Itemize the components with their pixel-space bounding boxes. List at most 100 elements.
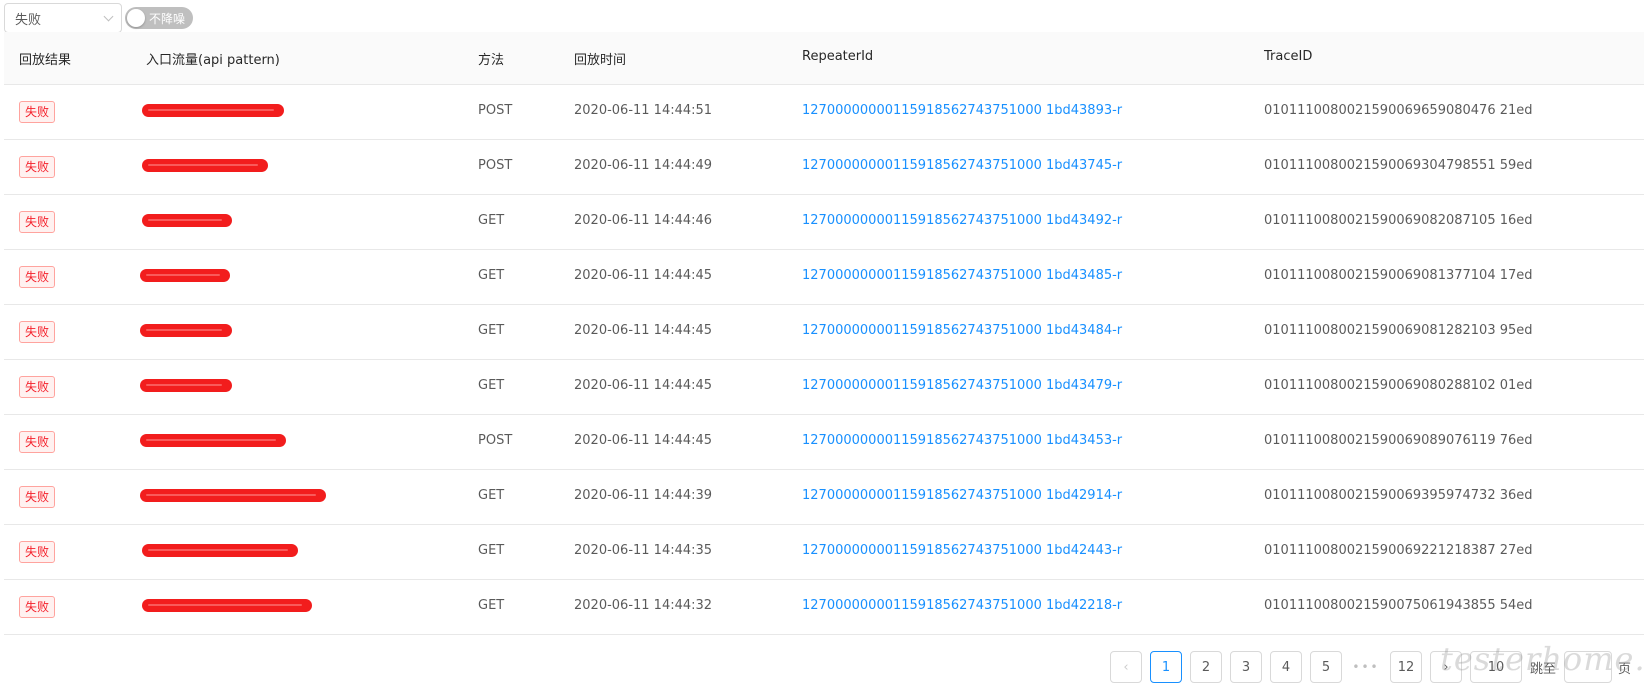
fail-status-tag: 失败 — [19, 266, 56, 288]
table-header: 回放结果 入口流量(api pattern) 方法 回放时间 RepeaterI… — [4, 32, 1644, 85]
table-row: 失败 POST 2020-06-11 14:44:51 127000000001… — [4, 85, 1644, 140]
replay-time-cell: 2020-06-11 14:44:46 — [574, 213, 713, 228]
filter-bar: 失败 不降噪 — [4, 2, 193, 34]
method-cell: POST — [478, 158, 513, 173]
prev-page-button[interactable]: ‹ — [1110, 651, 1142, 683]
next-page-button[interactable]: › — [1430, 651, 1462, 683]
page-suffix-label: 页 — [1618, 661, 1632, 677]
redacted-api-pattern — [140, 324, 232, 337]
replay-time-cell: 2020-06-11 14:44:32 — [574, 598, 713, 613]
fail-status-tag: 失败 — [19, 596, 56, 618]
chevron-left-icon: ‹ — [1123, 659, 1129, 675]
repeater-id-link[interactable]: 12700000000115918562743751000 1bd43492-r — [802, 213, 1122, 228]
table-row: 失败 GET 2020-06-11 14:44:45 1270000000011… — [4, 360, 1644, 415]
method-cell: GET — [478, 268, 505, 283]
redacted-api-pattern — [140, 379, 232, 392]
replay-time-cell: 2020-06-11 14:44:51 — [574, 103, 713, 118]
method-cell: GET — [478, 598, 505, 613]
replay-table: 回放结果 入口流量(api pattern) 方法 回放时间 RepeaterI… — [4, 32, 1644, 635]
fail-status-tag: 失败 — [19, 376, 56, 398]
status-filter-value: 失败 — [15, 12, 42, 28]
repeater-id-link[interactable]: 12700000000115918562743751000 1bd42218-r — [802, 598, 1122, 613]
redacted-api-pattern — [140, 434, 286, 447]
trace-id-cell: 0101110080021590069304798551 59ed — [1264, 158, 1533, 173]
fail-status-tag: 失败 — [19, 541, 56, 563]
method-cell: GET — [478, 378, 505, 393]
method-cell: POST — [478, 103, 513, 118]
repeater-id-link[interactable]: 12700000000115918562743751000 1bd42443-r — [802, 543, 1122, 558]
fail-status-tag: 失败 — [19, 101, 56, 123]
pagination: ‹ 1 2 3 4 5 ••• 12 › 10 跳至 页 — [1110, 650, 1631, 684]
trace-id-cell: 0101110080021590069082087105 16ed — [1264, 213, 1533, 228]
redacted-api-pattern — [142, 544, 298, 557]
page-size-value: 10 — [1487, 659, 1505, 675]
page-button-last[interactable]: 12 — [1390, 651, 1422, 683]
repeater-id-link[interactable]: 12700000000115918562743751000 1bd43745-r — [802, 158, 1122, 173]
redacted-api-pattern — [142, 159, 268, 172]
redacted-api-pattern — [142, 599, 312, 612]
repeater-id-link[interactable]: 12700000000115918562743751000 1bd42914-r — [802, 488, 1122, 503]
replay-time-cell: 2020-06-11 14:44:49 — [574, 158, 713, 173]
fail-status-tag: 失败 — [19, 156, 56, 178]
trace-id-cell: 0101110080021590069081282103 95ed — [1264, 323, 1533, 338]
jump-to-page-input[interactable] — [1564, 651, 1613, 683]
table-row: 失败 GET 2020-06-11 14:44:46 1270000000011… — [4, 195, 1644, 250]
page-button-3[interactable]: 3 — [1230, 651, 1262, 683]
table-row: 失败 GET 2020-06-11 14:44:35 1270000000011… — [4, 525, 1644, 580]
jump-next-ellipsis[interactable]: ••• — [1350, 660, 1382, 674]
trace-id-cell: 0101110080021590069395974732 36ed — [1264, 488, 1533, 503]
column-header-trace-id: TraceID — [1264, 49, 1313, 64]
fail-status-tag: 失败 — [19, 431, 56, 453]
method-cell: GET — [478, 543, 505, 558]
method-cell: GET — [478, 323, 505, 338]
chevron-down-icon — [103, 11, 114, 21]
fail-status-tag: 失败 — [19, 486, 56, 508]
table-row: 失败 GET 2020-06-11 14:44:45 1270000000011… — [4, 305, 1644, 360]
denoise-toggle[interactable]: 不降噪 — [125, 7, 193, 29]
column-header-repeater-id: RepeaterId — [802, 49, 874, 64]
page-size-select[interactable]: 10 — [1470, 651, 1522, 683]
redacted-api-pattern — [140, 269, 230, 282]
repeater-id-link[interactable]: 12700000000115918562743751000 1bd43453-r — [802, 433, 1122, 448]
replay-time-cell: 2020-06-11 14:44:45 — [574, 378, 713, 393]
status-filter-select[interactable]: 失败 — [4, 3, 122, 33]
toggle-knob — [127, 9, 145, 27]
denoise-toggle-label: 不降噪 — [149, 12, 186, 26]
replay-results-page: 失败 不降噪 回放结果 入口流量(api pattern) 方法 回放时间 Re… — [0, 0, 1647, 693]
page-button-4[interactable]: 4 — [1270, 651, 1302, 683]
replay-time-cell: 2020-06-11 14:44:45 — [574, 433, 713, 448]
trace-id-cell: 0101110080021590069081377104 17ed — [1264, 268, 1533, 283]
column-header-result: 回放结果 — [19, 53, 72, 68]
fail-status-tag: 失败 — [19, 321, 56, 343]
redacted-api-pattern — [142, 104, 284, 117]
column-header-api-pattern: 入口流量(api pattern) — [146, 53, 280, 68]
column-header-replay-time: 回放时间 — [574, 53, 627, 68]
jump-to-label: 跳至 — [1530, 661, 1557, 677]
trace-id-cell: 0101110080021590069089076119 76ed — [1264, 433, 1533, 448]
method-cell: GET — [478, 488, 505, 503]
method-cell: POST — [478, 433, 513, 448]
repeater-id-link[interactable]: 12700000000115918562743751000 1bd43893-r — [802, 103, 1122, 118]
replay-time-cell: 2020-06-11 14:44:45 — [574, 268, 713, 283]
trace-id-cell: 0101110080021590069221218387 27ed — [1264, 543, 1533, 558]
page-button-2[interactable]: 2 — [1190, 651, 1222, 683]
redacted-api-pattern — [140, 489, 326, 502]
replay-time-cell: 2020-06-11 14:44:45 — [574, 323, 713, 338]
table-row: 失败 POST 2020-06-11 14:44:49 127000000001… — [4, 140, 1644, 195]
trace-id-cell: 0101110080021590069080288102 01ed — [1264, 378, 1533, 393]
redacted-api-pattern — [142, 214, 232, 227]
column-header-method: 方法 — [478, 53, 505, 68]
table-row: 失败 POST 2020-06-11 14:44:45 127000000001… — [4, 415, 1644, 470]
table-row: 失败 GET 2020-06-11 14:44:32 1270000000011… — [4, 580, 1644, 635]
fail-status-tag: 失败 — [19, 211, 56, 233]
repeater-id-link[interactable]: 12700000000115918562743751000 1bd43479-r — [802, 378, 1122, 393]
table-row: 失败 GET 2020-06-11 14:44:39 1270000000011… — [4, 470, 1644, 525]
trace-id-cell: 0101110080021590069659080476 21ed — [1264, 103, 1533, 118]
replay-time-cell: 2020-06-11 14:44:39 — [574, 488, 713, 503]
repeater-id-link[interactable]: 12700000000115918562743751000 1bd43485-r — [802, 268, 1122, 283]
page-button-5[interactable]: 5 — [1310, 651, 1342, 683]
page-button-1[interactable]: 1 — [1150, 651, 1182, 683]
chevron-right-icon: › — [1443, 659, 1449, 675]
repeater-id-link[interactable]: 12700000000115918562743751000 1bd43484-r — [802, 323, 1122, 338]
table-row: 失败 GET 2020-06-11 14:44:45 1270000000011… — [4, 250, 1644, 305]
